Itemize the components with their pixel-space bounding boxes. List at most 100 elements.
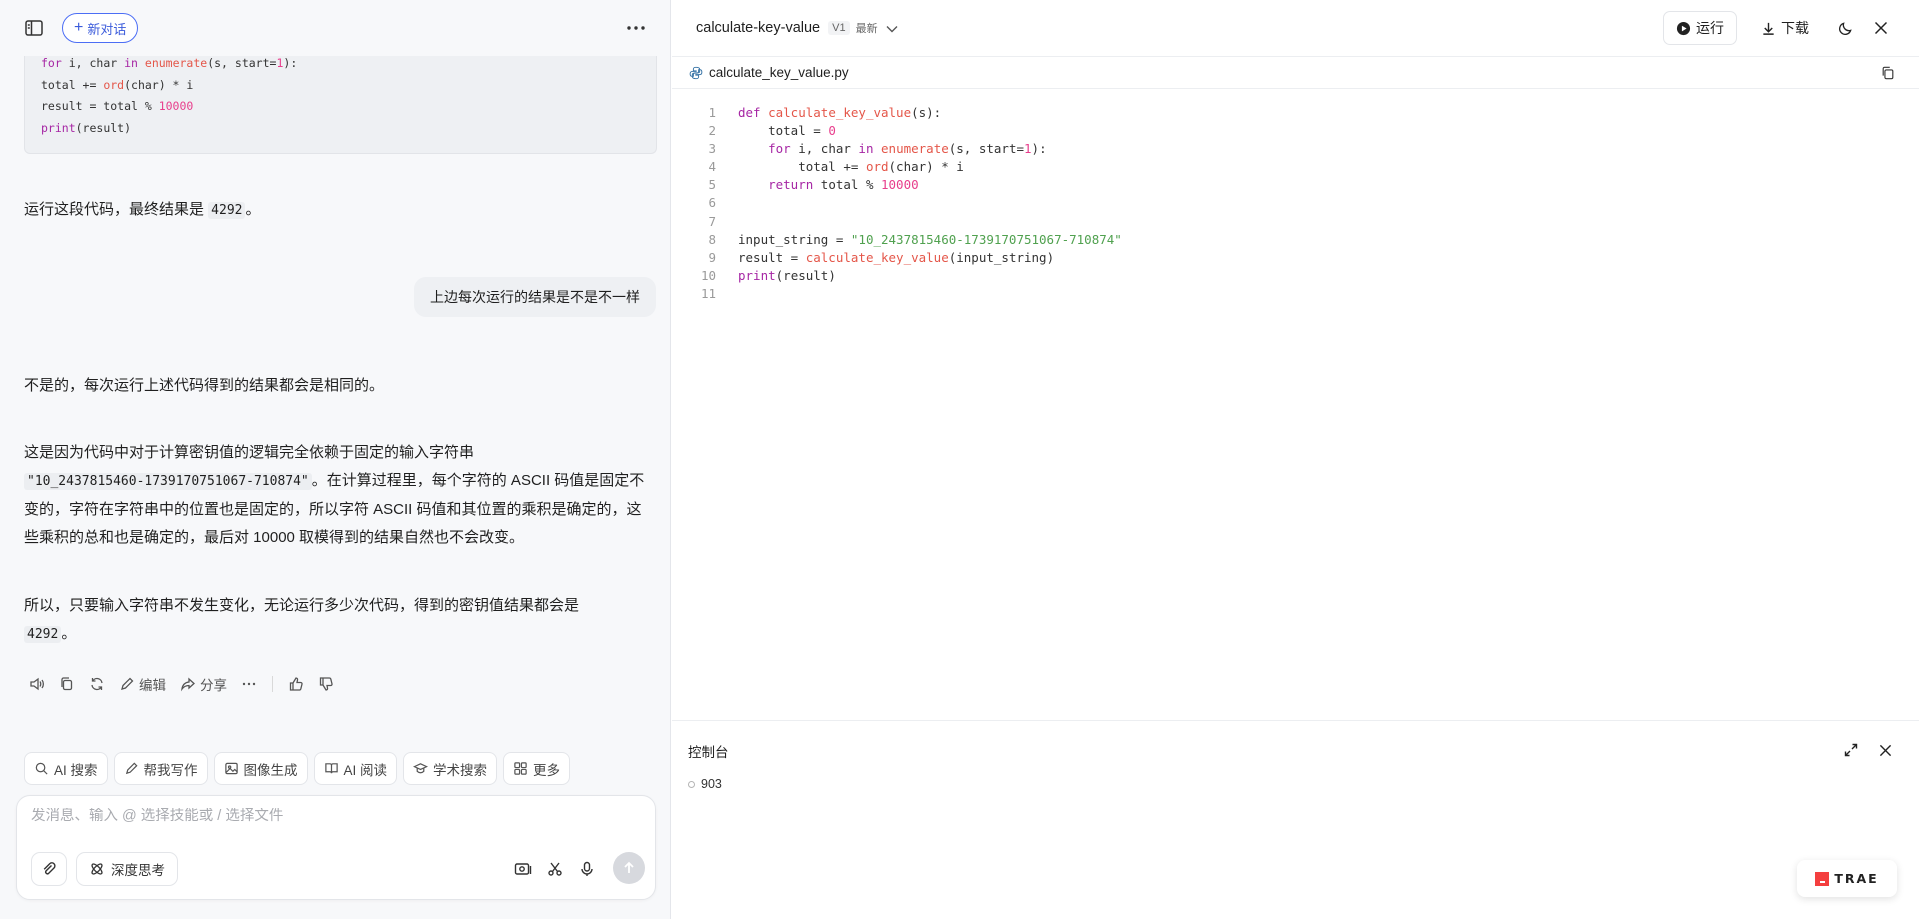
skills-bar: AI 搜索 帮我写作 图像生成 AI 阅读 学术搜索 更多: [24, 752, 571, 785]
console-panel: 控制台 903: [672, 720, 1919, 919]
line-number: 8: [708, 231, 716, 247]
play-icon: [1676, 21, 1691, 35]
line-number: 1: [708, 105, 716, 120]
skill-label: AI 搜索: [54, 762, 98, 778]
copy-code-icon[interactable]: [1874, 59, 1902, 87]
answer-paragraph-2: 这是因为代码中对于计算密钥值的逻辑完全依赖于固定的输入字符串 "10_243781…: [24, 439, 654, 552]
regenerate-icon[interactable]: [84, 672, 110, 696]
reply-text: 运行这段代码，最终结果是: [24, 201, 209, 218]
new-chat-button[interactable]: + 新对话: [62, 13, 139, 43]
download-button[interactable]: 下载: [1749, 11, 1821, 45]
skill-label: 更多: [533, 762, 561, 778]
reply-text-end: 。: [245, 201, 261, 218]
skill-label: 图像生成: [243, 762, 298, 778]
plus-icon: +: [74, 19, 84, 36]
book-icon: [324, 763, 338, 774]
artifact-header: calculate-key-value V1 最新 运行 下载: [672, 0, 1919, 57]
code-text: return total % 10000: [768, 177, 919, 193]
chat-pane: for i, char in enumerate(s, start=1): to…: [0, 0, 671, 919]
close-icon[interactable]: [1867, 14, 1895, 42]
screenshot-icon[interactable]: [511, 857, 535, 881]
skill-ai-reading[interactable]: AI 阅读: [313, 752, 398, 785]
expand-icon[interactable]: [1837, 736, 1865, 764]
pen-icon: [125, 762, 138, 775]
divider: [272, 676, 273, 692]
code-text: result = calculate_key_value(input_strin…: [738, 249, 1055, 265]
thumbs-down-icon[interactable]: [313, 672, 339, 696]
code-snippet-line: for i, char in enumerate(s, start=1):: [41, 56, 298, 70]
chat-header: + 新对话: [0, 0, 670, 56]
download-label: 下载: [1781, 20, 1809, 36]
trae-badge[interactable]: TRAE: [1797, 860, 1897, 897]
skill-academic-search[interactable]: 学术搜索: [403, 752, 498, 785]
share-button[interactable]: 分享: [175, 672, 232, 696]
skill-ai-search[interactable]: AI 搜索: [24, 752, 108, 785]
code-line: 3 for i, char in enumerate(s, start=1):: [672, 140, 1122, 158]
line-number: 6: [708, 195, 716, 211]
message-input[interactable]: [31, 808, 631, 824]
scissors-icon[interactable]: [543, 857, 567, 881]
share-icon: [181, 677, 195, 692]
inline-code: 4292: [24, 626, 62, 643]
console-close-icon[interactable]: [1871, 736, 1899, 764]
answer-paragraph-3: 所以，只要输入字符串不发生变化，无论运行多少次代码，得到的密钥值结果都会是 429…: [24, 592, 644, 649]
chevron-down-icon[interactable]: [886, 20, 898, 36]
grid-icon: [514, 762, 527, 775]
sidebar-toggle-icon[interactable]: [20, 14, 48, 42]
edit-button[interactable]: 编辑: [114, 672, 171, 696]
message-actions: 编辑 分享: [24, 672, 339, 696]
code-line: 5 return total % 10000: [672, 176, 1122, 194]
skill-writing[interactable]: 帮我写作: [113, 752, 208, 785]
line-number: 5: [708, 177, 716, 193]
line-number: 10: [700, 267, 716, 283]
artifact-title: calculate-key-value: [696, 20, 821, 36]
assistant-reply: 运行这段代码，最终结果是 4292。: [24, 196, 261, 225]
deep-think-label: 深度思考: [111, 863, 165, 878]
answer-text: 所以，只要输入字符串不发生变化，无论运行多少次代码，得到的密钥值结果都会是: [24, 597, 580, 614]
read-aloud-icon[interactable]: [24, 672, 50, 696]
code-text: total = 0: [738, 123, 836, 139]
trae-wordmark: TRAE: [1834, 871, 1879, 886]
share-label: 分享: [200, 678, 227, 693]
skill-image-gen[interactable]: 图像生成: [213, 752, 308, 785]
attach-button[interactable]: [31, 852, 67, 886]
code-snippet-line: print(result): [41, 120, 132, 135]
file-tab[interactable]: calculate_key_value.py: [672, 57, 1919, 89]
thumbs-up-icon[interactable]: [283, 672, 309, 696]
copy-icon[interactable]: [54, 672, 80, 696]
code-line: 7: [672, 213, 1122, 231]
edit-label: 编辑: [139, 678, 166, 693]
code-line: 11: [672, 285, 1122, 303]
ai-search-icon: [35, 762, 48, 775]
python-file-icon: [689, 66, 703, 79]
code-text: def calculate_key_value(s):: [738, 105, 942, 120]
console-output-text: 903: [701, 777, 722, 791]
skill-more[interactable]: 更多: [503, 752, 571, 785]
user-message: 上边每次运行的结果是不是不一样: [414, 277, 656, 317]
code-artifact-pane: calculate-key-value V1 最新 运行 下载 calculat…: [672, 0, 1919, 919]
code-editor[interactable]: 1 def calculate_key_value(s): 2 total = 0…: [672, 104, 1122, 303]
arrow-up-icon: [624, 861, 634, 873]
latest-label: 最新: [855, 23, 878, 35]
download-icon: [1763, 22, 1774, 35]
line-number: 9: [708, 249, 716, 265]
trae-logo-icon: [1815, 871, 1830, 886]
run-button[interactable]: 运行: [1663, 11, 1737, 45]
inline-code: "10_2437815460-1739170751067-710874": [24, 473, 312, 490]
microphone-icon[interactable]: [575, 857, 599, 881]
moon-icon[interactable]: [1831, 14, 1859, 42]
line-number: 3: [708, 141, 716, 157]
more-options-icon[interactable]: [622, 14, 650, 42]
inline-code: 4292: [208, 202, 246, 219]
graduation-cap-icon: [413, 763, 429, 774]
code-text: input_string = "10_2437815460-1739170751…: [738, 231, 1122, 247]
file-name: calculate_key_value.py: [709, 65, 849, 80]
code-line: 10 print(result): [672, 267, 1122, 285]
code-line: 1 def calculate_key_value(s):: [672, 104, 1122, 122]
deep-think-button[interactable]: 深度思考: [76, 852, 178, 886]
code-text: for i, char in enumerate(s, start=1):: [768, 141, 1047, 157]
code-snippet: for i, char in enumerate(s, start=1): to…: [24, 40, 657, 154]
send-button[interactable]: [613, 852, 645, 884]
more-actions-icon[interactable]: [236, 672, 262, 696]
skill-label: AI 阅读: [343, 762, 388, 778]
